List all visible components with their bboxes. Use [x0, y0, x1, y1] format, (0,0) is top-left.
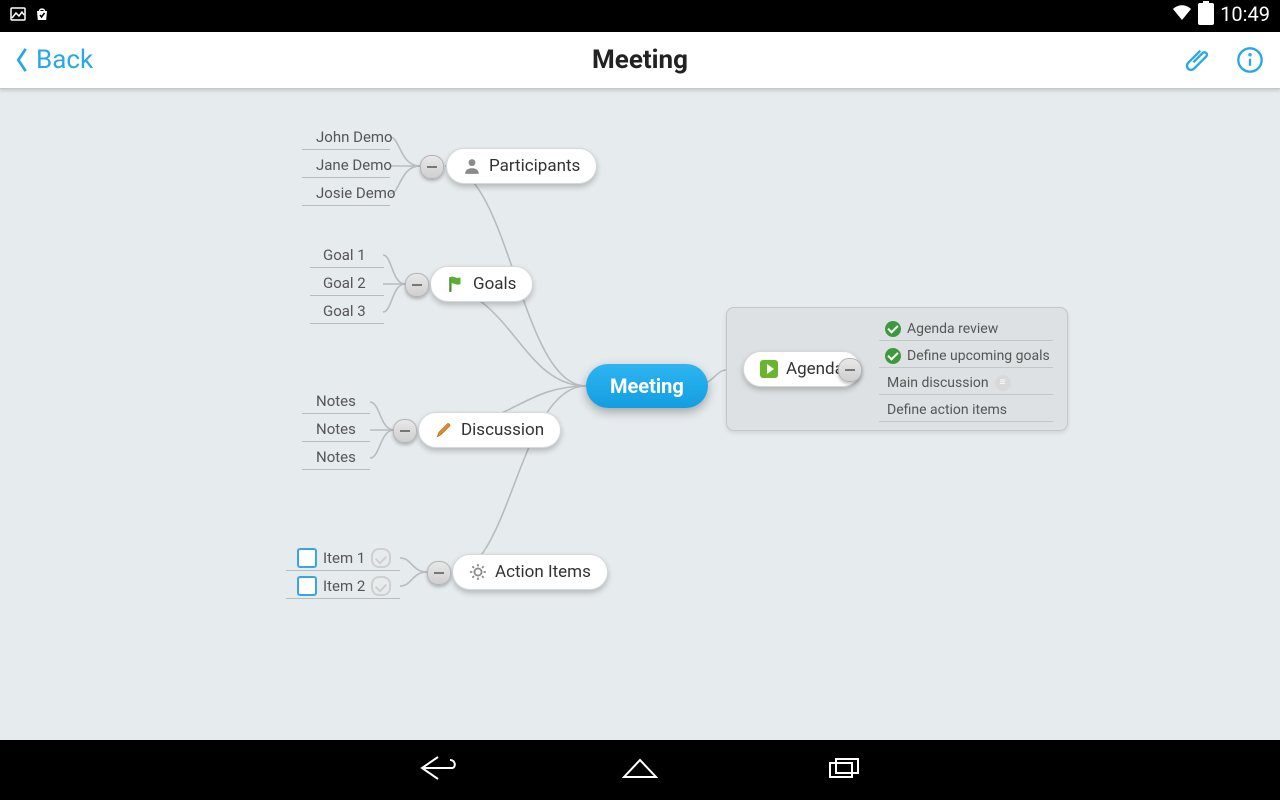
- wifi-icon: [1172, 2, 1192, 26]
- leaf-agenda-item[interactable]: Define upcoming goals: [885, 345, 1050, 367]
- node-label: Participants: [489, 156, 580, 176]
- mindmap-root[interactable]: Meeting: [586, 364, 708, 408]
- mindmap-canvas[interactable]: Meeting Participants John Demo Jane Demo…: [0, 88, 1280, 740]
- leaf-participant[interactable]: Jane Demo: [316, 152, 392, 178]
- info-button[interactable]: [1226, 36, 1274, 84]
- node-label: Agenda: [786, 359, 844, 379]
- leaf-action-item[interactable]: Item 1: [297, 545, 391, 571]
- leaf-discussion[interactable]: Notes: [316, 416, 356, 442]
- leaf-participant[interactable]: John Demo: [316, 124, 393, 150]
- root-label: Meeting: [610, 374, 684, 398]
- node-discussion[interactable]: Discussion: [418, 412, 561, 448]
- checkbox-icon[interactable]: [297, 548, 317, 568]
- agenda-panel: Agenda Agenda review Define upcoming goa…: [726, 307, 1068, 431]
- nav-back-button[interactable]: [414, 753, 458, 787]
- flag-icon: [447, 275, 465, 293]
- collapse-handle-goals[interactable]: [405, 273, 429, 297]
- android-status-bar: 10:49: [0, 0, 1280, 32]
- pencil-icon: [435, 421, 453, 439]
- person-icon: [463, 157, 481, 175]
- leaf-agenda-item[interactable]: Define action items: [887, 399, 1007, 421]
- info-icon: [1236, 46, 1264, 74]
- node-label: Discussion: [461, 420, 544, 440]
- node-label: Goals: [473, 274, 516, 294]
- paperclip-icon: [1184, 46, 1212, 74]
- arrow-right-icon: [760, 360, 778, 378]
- gear-icon: [469, 563, 487, 581]
- node-participants[interactable]: Participants: [446, 148, 597, 184]
- progress-circle-icon: [371, 548, 391, 568]
- image-icon: [10, 6, 26, 26]
- connector-lines: [0, 88, 1280, 740]
- node-action-items[interactable]: Action Items: [452, 554, 608, 590]
- shopping-bag-icon: [34, 6, 50, 26]
- leaf-goal[interactable]: Goal 1: [323, 242, 366, 268]
- check-done-icon: [885, 348, 901, 364]
- collapse-handle-participants[interactable]: [420, 155, 444, 179]
- nav-recent-button[interactable]: [822, 753, 866, 787]
- attachment-button[interactable]: [1174, 36, 1222, 84]
- leaf-goal[interactable]: Goal 3: [323, 298, 366, 324]
- leaf-action-item[interactable]: Item 2: [297, 573, 391, 599]
- nav-home-button[interactable]: [618, 753, 662, 787]
- android-nav-bar: [0, 740, 1280, 800]
- notes-icon: [995, 375, 1011, 391]
- page-title: Meeting: [0, 32, 1280, 88]
- progress-circle-icon: [371, 576, 391, 596]
- leaf-goal[interactable]: Goal 2: [323, 270, 366, 296]
- back-button[interactable]: Back: [14, 32, 93, 88]
- node-label: Action Items: [495, 562, 591, 582]
- leaf-discussion[interactable]: Notes: [316, 444, 356, 470]
- checkbox-icon[interactable]: [297, 576, 317, 596]
- leaf-discussion[interactable]: Notes: [316, 388, 356, 414]
- back-label: Back: [36, 45, 93, 75]
- leaf-agenda-item[interactable]: Main discussion: [887, 372, 1011, 394]
- leaf-agenda-item[interactable]: Agenda review: [885, 318, 998, 340]
- node-goals[interactable]: Goals: [430, 266, 533, 302]
- collapse-handle-agenda[interactable]: [838, 358, 862, 382]
- clock-readout: 10:49: [1220, 2, 1270, 26]
- app-header: Back Meeting: [0, 32, 1280, 89]
- collapse-handle-action-items[interactable]: [427, 561, 451, 585]
- check-done-icon: [885, 321, 901, 337]
- leaf-participant[interactable]: Josie Demo: [316, 180, 395, 206]
- battery-icon: [1198, 3, 1214, 25]
- collapse-handle-discussion[interactable]: [393, 419, 417, 443]
